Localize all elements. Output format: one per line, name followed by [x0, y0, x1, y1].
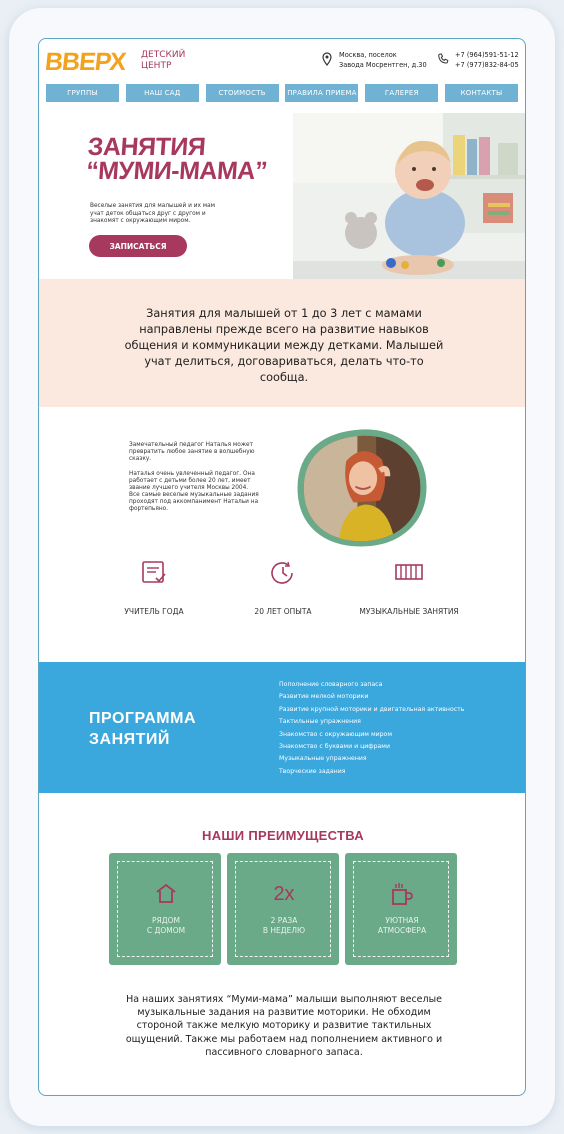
outro-text: На наших занятиях “Муми-мама” малыши вып…: [125, 994, 443, 1058]
teacher-text: Замечательный педагог Наталья может прев…: [129, 442, 269, 513]
address: Москва, поселок Завода Мосрентген, д.30: [339, 50, 427, 70]
nav-rules[interactable]: ПРАВИЛА ПРИЕМА: [285, 84, 359, 102]
hero-title-line2: “МУМИ-МАМА”: [85, 157, 268, 185]
phone-2[interactable]: +7 (977)832-84-05: [455, 60, 519, 70]
twice-icon: 2х: [236, 882, 332, 906]
teacher-p3: Все самые веселые музыкальные задания пр…: [129, 492, 259, 512]
program-title-line1: ПРОГРАММА: [89, 710, 197, 727]
program-section: ПРОГРАММА ЗАНЯТИЙ Пополнение словарного …: [39, 662, 525, 793]
program-item: Музыкальные упражнения: [279, 755, 367, 763]
card-label-line1: РЯДОМ: [152, 916, 180, 925]
location-pin-icon: [322, 52, 332, 66]
program-item: Развитие мелкой моторики: [279, 693, 369, 701]
card-border: УЮТНАЯ АТМОСФЕРА: [353, 861, 449, 957]
hero-title: ЗАНЯТИЯ “МУМИ-МАМА”: [85, 133, 288, 185]
main-nav: ГРУППЫ НАШ САД СТОИМОСТЬ ПРАВИЛА ПРИЕМА …: [46, 84, 518, 102]
program-item: Развитие крупной моторики и двигательная…: [279, 705, 465, 713]
cup-icon: [354, 882, 450, 906]
card-label-line1: УЮТНАЯ: [385, 916, 419, 925]
feature-experience: 20 ЛЕТ ОПЫТА: [228, 559, 338, 616]
address-line2: Завода Мосрентген, д.30: [339, 61, 427, 69]
teacher-p2: Наталья очень увлеченный педагог. Она ра…: [129, 471, 255, 491]
phone-1[interactable]: +7 (964)591-51-12: [455, 50, 519, 60]
nav-garden[interactable]: НАШ САД: [125, 84, 199, 102]
nav-gallery[interactable]: ГАЛЕРЕЯ: [365, 84, 439, 102]
hero-description: Веселые занятия для малышей и их мам уча…: [90, 203, 216, 224]
phones: +7 (964)591-51-12 +7 (977)832-84-05: [455, 50, 519, 70]
feature-label: МУЗЫКАЛЬНЫЕ ЗАНЯТИЯ: [359, 607, 459, 616]
feature-label: УЧИТЕЛЬ ГОДА: [124, 607, 184, 616]
phone-icon: [438, 53, 449, 64]
hero-title-line1: ЗАНЯТИЯ: [86, 133, 207, 161]
card-border: РЯДОМ С ДОМОМ: [117, 861, 213, 957]
certificate-icon: [142, 561, 166, 583]
program-list: Пополнение словарного запаса Развитие ме…: [279, 679, 519, 778]
program-title-line2: ЗАНЯТИЙ: [89, 731, 170, 748]
card-label: УЮТНАЯ АТМОСФЕРА: [354, 916, 450, 936]
feature-music: МУЗЫКАЛЬНЫЕ ЗАНЯТИЯ: [354, 559, 464, 616]
house-icon: [118, 882, 214, 906]
card-label: РЯДОМ С ДОМОМ: [118, 916, 214, 936]
advantage-card-cozy: УЮТНАЯ АТМОСФЕРА: [345, 853, 457, 965]
nav-groups[interactable]: ГРУППЫ: [46, 84, 119, 102]
teacher-p1: Замечательный педагог Наталья может прев…: [129, 442, 255, 462]
program-item: Творческие задания: [279, 767, 346, 775]
teacher-photo: [297, 429, 427, 547]
card-border: 2х 2 РАЗА В НЕДЕЛЮ: [235, 861, 331, 957]
advantage-card-near-home: РЯДОМ С ДОМОМ: [109, 853, 221, 965]
card-label-line2: АТМОСФЕРА: [377, 926, 427, 935]
hero-section: ЗАНЯТИЯ “МУМИ-МАМА” Веселые занятия для …: [39, 113, 525, 279]
intro-section: Занятия для малышей от 1 до 3 лет с мама…: [39, 279, 525, 407]
card-label-line1: 2 РАЗА: [270, 916, 298, 925]
program-title: ПРОГРАММА ЗАНЯТИЙ: [89, 708, 239, 750]
clock-icon: [271, 561, 293, 584]
card-label-line2: В НЕДЕЛЮ: [262, 926, 306, 935]
program-item: Пополнение словарного запаса: [279, 681, 383, 688]
intro-text: Занятия для малышей от 1 до 3 лет с мама…: [124, 307, 444, 384]
program-item: Знакомство с окружающим миром: [279, 730, 393, 738]
twice-icon-text: 2х: [273, 883, 295, 905]
feature-label: 20 ЛЕТ ОПЫТА: [254, 607, 312, 616]
nav-price[interactable]: СТОИМОСТЬ: [205, 84, 279, 102]
address-line1: Москва, поселок: [339, 51, 397, 59]
signup-button[interactable]: ЗАПИСАТЬСЯ: [89, 235, 187, 257]
page: ВВЕРХ ДЕТСКИЙ ЦЕНТР Москва, поселок Заво…: [38, 38, 526, 1096]
logo[interactable]: ВВЕРХ: [43, 48, 127, 77]
hero-photo: [293, 113, 525, 279]
nav-contacts[interactable]: КОНТАКТЫ: [444, 84, 518, 102]
card-label: 2 РАЗА В НЕДЕЛЮ: [236, 916, 332, 936]
card-label-line2: С ДОМОМ: [146, 926, 186, 935]
piano-icon: [395, 564, 423, 580]
program-item: Тактильные упражнения: [279, 718, 361, 726]
feature-teacher-of-year: УЧИТЕЛЬ ГОДА: [99, 559, 209, 616]
program-item: Знакомство с буквами и цифрами: [279, 743, 390, 751]
logo-subtitle: ДЕТСКИЙ ЦЕНТР: [141, 50, 186, 71]
advantages-title: НАШИ ПРЕИМУЩЕСТВА: [202, 828, 364, 843]
advantage-card-twice-week: 2х 2 РАЗА В НЕДЕЛЮ: [227, 853, 339, 965]
